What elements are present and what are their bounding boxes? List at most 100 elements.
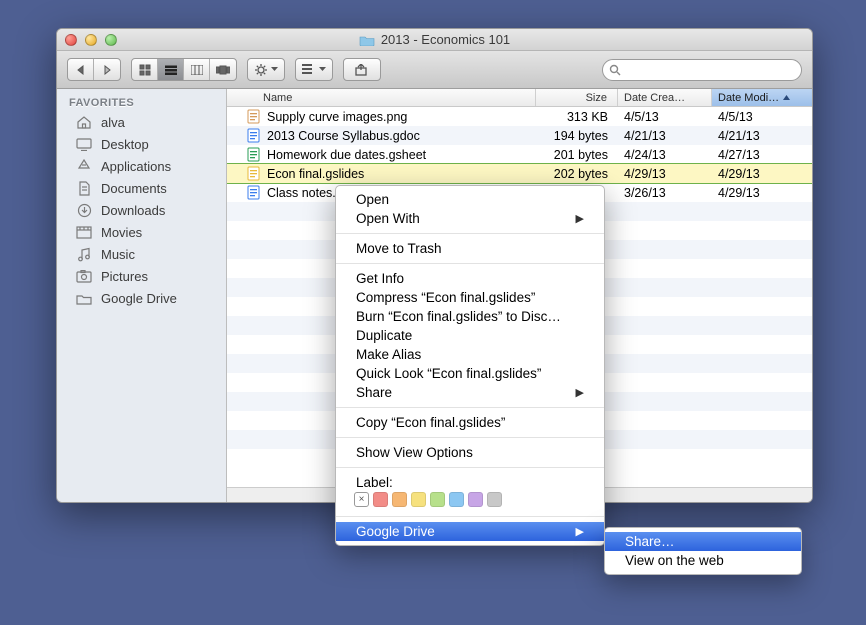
file-type-icon bbox=[245, 166, 261, 182]
submenu-arrow-icon: ▶ bbox=[576, 212, 584, 225]
ctx-label-title: Label: bbox=[336, 473, 604, 490]
file-type-icon bbox=[245, 109, 261, 125]
label-color-swatch[interactable] bbox=[468, 492, 483, 507]
ctx-quicklook[interactable]: Quick Look “Econ final.gslides” bbox=[336, 364, 604, 383]
close-window-button[interactable] bbox=[65, 34, 77, 46]
label-color-swatch[interactable] bbox=[449, 492, 464, 507]
ctx-google-drive[interactable]: Google Drive▶ bbox=[336, 522, 604, 541]
col-header-name[interactable]: Name bbox=[227, 89, 536, 106]
file-date-modified: 4/29/13 bbox=[712, 167, 812, 181]
file-row[interactable]: Supply curve images.png313 KB4/5/134/5/1… bbox=[227, 107, 812, 126]
ctx-copy[interactable]: Copy “Econ final.gslides” bbox=[336, 413, 604, 432]
file-row[interactable]: Econ final.gslides202 bytes4/29/134/29/1… bbox=[227, 164, 812, 183]
sidebar: FAVORITES alva Desktop Applications Documen… bbox=[57, 89, 227, 502]
col-header-created[interactable]: Date Crea… bbox=[618, 89, 712, 106]
nav-buttons bbox=[67, 58, 121, 81]
sidebar-item-alva[interactable]: alva bbox=[57, 111, 226, 133]
back-button[interactable] bbox=[68, 59, 94, 80]
ctx-share[interactable]: Share▶ bbox=[336, 383, 604, 402]
window-title: 2013 - Economics 101 bbox=[57, 32, 812, 47]
chevron-down-icon bbox=[271, 67, 278, 72]
label-color-swatch[interactable] bbox=[430, 492, 445, 507]
ctx-burn[interactable]: Burn “Econ final.gslides” to Disc… bbox=[336, 307, 604, 326]
label-color-swatch[interactable] bbox=[373, 492, 388, 507]
file-name: Homework due dates.gsheet bbox=[267, 148, 426, 162]
sidebar-item-documents[interactable]: Documents bbox=[57, 177, 226, 199]
sidebar-heading: FAVORITES bbox=[57, 93, 226, 111]
search-input[interactable] bbox=[621, 62, 795, 78]
file-date-modified: 4/5/13 bbox=[712, 110, 812, 124]
minimize-window-button[interactable] bbox=[85, 34, 97, 46]
submenu-view-web[interactable]: View on the web bbox=[605, 551, 801, 570]
apps-icon bbox=[75, 158, 93, 174]
label-color-swatch[interactable] bbox=[487, 492, 502, 507]
traffic-lights bbox=[57, 34, 117, 46]
arrange-icon bbox=[302, 64, 316, 75]
coverflow-view-button[interactable] bbox=[210, 59, 236, 80]
sidebar-item-music[interactable]: Music bbox=[57, 243, 226, 265]
file-date-modified: 4/21/13 bbox=[712, 129, 812, 143]
home-icon bbox=[75, 114, 93, 130]
label-color-swatch[interactable] bbox=[411, 492, 426, 507]
file-size: 202 bytes bbox=[536, 167, 618, 181]
list-view-button[interactable] bbox=[158, 59, 184, 80]
sidebar-item-label: Google Drive bbox=[101, 291, 177, 306]
sidebar-item-pictures[interactable]: Pictures bbox=[57, 265, 226, 287]
window-title-text: 2013 - Economics 101 bbox=[381, 32, 510, 47]
file-date-modified: 4/27/13 bbox=[712, 148, 812, 162]
context-menu: Open Open With▶ Move to Trash Get Info C… bbox=[335, 185, 605, 546]
file-date-created: 3/26/13 bbox=[618, 186, 712, 200]
col-header-modified[interactable]: Date Modi… bbox=[712, 89, 812, 106]
music-icon bbox=[75, 246, 93, 262]
forward-button[interactable] bbox=[94, 59, 120, 80]
ctx-get-info[interactable]: Get Info bbox=[336, 269, 604, 288]
sidebar-item-movies[interactable]: Movies bbox=[57, 221, 226, 243]
action-menu-button[interactable] bbox=[247, 58, 285, 81]
sidebar-item-label: Documents bbox=[101, 181, 167, 196]
ctx-trash[interactable]: Move to Trash bbox=[336, 239, 604, 258]
folder-icon bbox=[359, 34, 375, 46]
ctx-view-options[interactable]: Show View Options bbox=[336, 443, 604, 462]
ctx-compress[interactable]: Compress “Econ final.gslides” bbox=[336, 288, 604, 307]
column-headers: Name Size Date Crea… Date Modi… bbox=[227, 89, 812, 107]
file-date-created: 4/24/13 bbox=[618, 148, 712, 162]
pictures-icon bbox=[75, 268, 93, 284]
ctx-alias[interactable]: Make Alias bbox=[336, 345, 604, 364]
sidebar-item-label: Desktop bbox=[101, 137, 149, 152]
docs-icon bbox=[75, 180, 93, 196]
sidebar-item-desktop[interactable]: Desktop bbox=[57, 133, 226, 155]
gear-icon bbox=[254, 63, 268, 77]
label-clear[interactable]: × bbox=[354, 492, 369, 507]
file-date-modified: 4/29/13 bbox=[712, 186, 812, 200]
sidebar-item-label: Music bbox=[101, 247, 135, 262]
sidebar-item-label: Downloads bbox=[101, 203, 165, 218]
chevron-down-icon bbox=[319, 67, 326, 72]
search-icon bbox=[609, 64, 621, 76]
ctx-duplicate[interactable]: Duplicate bbox=[336, 326, 604, 345]
ctx-open[interactable]: Open bbox=[336, 190, 604, 209]
downloads-icon bbox=[75, 202, 93, 218]
share-icon bbox=[355, 64, 369, 76]
context-submenu: Share… View on the web bbox=[604, 527, 802, 575]
share-button[interactable] bbox=[343, 58, 381, 81]
ctx-open-with[interactable]: Open With▶ bbox=[336, 209, 604, 228]
file-type-icon bbox=[245, 185, 261, 201]
label-color-swatch[interactable] bbox=[392, 492, 407, 507]
zoom-window-button[interactable] bbox=[105, 34, 117, 46]
search-field[interactable] bbox=[602, 59, 802, 81]
icon-view-button[interactable] bbox=[132, 59, 158, 80]
sidebar-item-label: Movies bbox=[101, 225, 142, 240]
col-header-size[interactable]: Size bbox=[536, 89, 618, 106]
file-size: 201 bytes bbox=[536, 148, 618, 162]
column-view-button[interactable] bbox=[184, 59, 210, 80]
file-date-created: 4/21/13 bbox=[618, 129, 712, 143]
sidebar-item-google-drive[interactable]: Google Drive bbox=[57, 287, 226, 309]
movies-icon bbox=[75, 224, 93, 240]
file-row[interactable]: Homework due dates.gsheet 201 bytes4/24/1… bbox=[227, 145, 812, 164]
sidebar-item-downloads[interactable]: Downloads bbox=[57, 199, 226, 221]
file-row[interactable]: 2013 Course Syllabus.gdoc194 bytes4/21/1… bbox=[227, 126, 812, 145]
submenu-share[interactable]: Share… bbox=[605, 532, 801, 551]
sidebar-item-label: Applications bbox=[101, 159, 171, 174]
sidebar-item-applications[interactable]: Applications bbox=[57, 155, 226, 177]
arrange-menu-button[interactable] bbox=[295, 58, 333, 81]
